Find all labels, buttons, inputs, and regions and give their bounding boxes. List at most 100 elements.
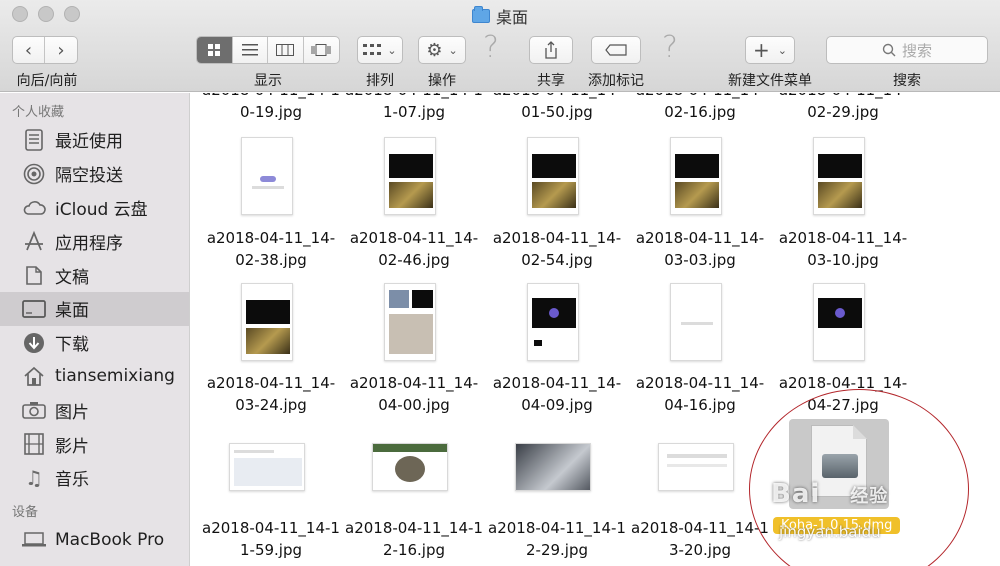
file-name-line1: a2018-04-11_14-1 [631, 519, 769, 537]
sidebar-item-macbook[interactable]: MacBook Pro [0, 523, 189, 557]
arrange-label: 排列 [366, 73, 394, 89]
file-name-line1: a2018-04-11_14- [349, 374, 479, 392]
file-item[interactable]: a2018-04-11_14-1 1-07.jpg [339, 93, 489, 123]
chevron-down-icon: ⌄ [777, 43, 787, 57]
add-tag-button[interactable] [591, 36, 641, 64]
file-item[interactable]: a2018-04-11_14- 02-16.jpg [625, 93, 775, 123]
sidebar-item-downloads[interactable]: 下载 [0, 326, 189, 360]
airdrop-icon [22, 162, 46, 186]
view-mode-control [196, 36, 340, 64]
file-thumbnail[interactable] [658, 443, 734, 491]
file-name-line1: a2018-04-11_14-1 [345, 519, 483, 537]
film-icon [22, 432, 46, 456]
file-thumbnail[interactable] [527, 137, 579, 215]
sidebar-item-label: 最近使用 [55, 132, 123, 153]
file-item[interactable]: a2018-04-11_14- 03-10.jpg [768, 227, 918, 271]
back-forward-control: ‹ › [12, 36, 78, 64]
search-label: 搜索 [893, 73, 921, 89]
file-item[interactable]: a2018-04-11_14- 04-16.jpg [625, 372, 775, 416]
forward-button[interactable]: › [45, 37, 77, 63]
sidebar-item-music[interactable]: ♫ 音乐 [0, 461, 189, 495]
favorites-header: 个人收藏 [12, 105, 65, 120]
sidebar-item-desktop[interactable]: 桌面 [0, 291, 189, 326]
file-item[interactable]: a2018-04-11_14-1 2-29.jpg [482, 517, 632, 561]
file-name-line1: a2018-04-11_14- [206, 374, 336, 392]
window-title: 桌面 [0, 4, 1000, 28]
file-thumbnail[interactable] [384, 137, 436, 215]
download-icon [22, 331, 46, 355]
file-name-line1: a2018-04-11_14- [635, 229, 765, 247]
list-view-button[interactable] [233, 37, 268, 63]
file-item[interactable]: a2018-04-11_14- 02-54.jpg [482, 227, 632, 271]
file-name-line1: a2018-04-11_14- [206, 229, 336, 247]
file-thumbnail[interactable] [527, 283, 579, 361]
back-button[interactable]: ‹ [13, 37, 46, 63]
file-thumbnail[interactable] [229, 443, 305, 491]
sidebar-item-home[interactable]: tiansemixiang [0, 360, 189, 394]
sidebar-item-recents[interactable]: 最近使用 [0, 123, 189, 157]
file-name-line2: 1-59.jpg [239, 541, 303, 559]
file-item[interactable]: a2018-04-11_14-1 2-16.jpg [339, 517, 489, 561]
file-name-line1: a2018-04-11_14- [349, 229, 479, 247]
share-label: 共享 [537, 73, 565, 89]
file-item[interactable]: a2018-04-11_14- 03-03.jpg [625, 227, 775, 271]
watermark-brand: Bai 经验 [771, 479, 889, 509]
file-name-line1: a2018-04-11_14-1 [196, 93, 346, 101]
icon-view-button[interactable] [197, 37, 233, 63]
file-name-line1: a2018-04-11_14- [492, 229, 622, 247]
file-name-line2: 03-10.jpg [807, 251, 879, 269]
gallery-icon [311, 44, 331, 56]
arrange-button[interactable]: ⌄ [357, 36, 403, 64]
sidebar-item-airdrop[interactable]: 隔空投送 [0, 157, 189, 191]
sidebar-item-icloud[interactable]: iCloud 云盘 [0, 191, 189, 225]
file-name-line1: a2018-04-11_14- [778, 229, 908, 247]
sidebar-item-label: 文稿 [55, 267, 89, 288]
file-item[interactable]: a2018-04-11_14-1 0-19.jpg [196, 93, 346, 123]
column-view-button[interactable] [268, 37, 304, 63]
window-toolbar: 桌面 ‹ › 向后/向前 显示 ⌄ 排列 ⚙ ⌄ 操作 ? 共享 添加标记 ? … [0, 0, 1000, 92]
file-thumbnail[interactable] [515, 443, 591, 491]
file-thumbnail[interactable] [241, 283, 293, 361]
documents-icon [22, 263, 46, 287]
file-item[interactable]: a2018-04-11_14- 02-29.jpg [768, 93, 918, 123]
file-item[interactable]: a2018-04-11_14-1 3-20.jpg [625, 517, 775, 561]
sidebar-item-label: tiansemixiang [55, 366, 175, 387]
file-name-line2: 04-00.jpg [378, 396, 450, 414]
search-input[interactable]: 搜索 [826, 36, 988, 64]
file-item[interactable]: a2018-04-11_14- 02-46.jpg [339, 227, 489, 271]
file-thumbnail[interactable] [384, 283, 436, 361]
sidebar-item-applications[interactable]: 应用程序 [0, 224, 189, 258]
file-name-line2: 2-29.jpg [525, 541, 589, 559]
action-button[interactable]: ⚙ ⌄ [418, 36, 466, 64]
file-thumbnail[interactable] [372, 443, 448, 491]
share-button[interactable] [529, 36, 573, 64]
file-thumbnail[interactable] [813, 283, 865, 361]
sidebar: 个人收藏 最近使用 隔空投送 iCloud 云盘 应用程序 文稿 桌面 下载 t… [0, 93, 190, 566]
sidebar-item-documents[interactable]: 文稿 [0, 258, 189, 292]
file-thumbnail[interactable] [670, 283, 722, 361]
sidebar-item-label: 隔空投送 [55, 166, 123, 187]
search-icon [882, 43, 896, 57]
file-name-line2: 02-38.jpg [235, 251, 307, 269]
gallery-view-button[interactable] [304, 37, 339, 63]
new-file-menu-button[interactable]: + ⌄ [745, 36, 795, 64]
file-name-line2: 1-07.jpg [382, 103, 446, 121]
file-name-line2: 0-19.jpg [239, 103, 303, 121]
home-icon [22, 364, 46, 388]
share-icon [545, 41, 557, 59]
file-item[interactable]: a2018-04-11_14- 03-24.jpg [196, 372, 346, 416]
file-item[interactable]: a2018-04-11_14- 01-50.jpg [482, 93, 632, 123]
file-thumbnail[interactable] [670, 137, 722, 215]
file-item[interactable]: a2018-04-11_14- 04-09.jpg [482, 372, 632, 416]
file-item[interactable]: a2018-04-11_14- 04-00.jpg [339, 372, 489, 416]
file-item[interactable]: a2018-04-11_14-1 1-59.jpg [196, 517, 346, 561]
sidebar-item-label: 应用程序 [55, 233, 123, 254]
file-name-line2: 2-16.jpg [382, 541, 446, 559]
sidebar-item-movies[interactable]: 影片 [0, 427, 189, 461]
chevron-left-icon: ‹ [24, 39, 33, 61]
sidebar-item-label: 图片 [55, 402, 89, 423]
file-thumbnail[interactable] [241, 137, 293, 215]
file-item[interactable]: a2018-04-11_14- 02-38.jpg [196, 227, 346, 271]
file-thumbnail[interactable] [813, 137, 865, 215]
sidebar-item-pictures[interactable]: 图片 [0, 393, 189, 427]
